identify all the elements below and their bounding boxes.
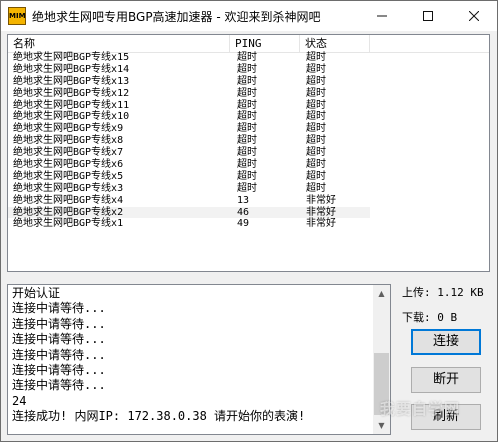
server-rows: 绝地求生网吧BGP专线x15 超时 超时 绝地求生网吧BGP专线x14 超时 超时 绝地求生… [8, 52, 489, 230]
server-name-cell: 绝地求生网吧BGP专线x1 [13, 218, 124, 230]
log-line: 连接中请等待... [12, 301, 106, 316]
ping-cell: 超时 [237, 147, 257, 159]
column-header-name[interactable]: 名称 [8, 35, 230, 52]
title-bar[interactable]: MIM 绝地求生网吧专用BGP高速加速器 - 欢迎来到杀神网吧 [1, 1, 497, 31]
list-header: 名称 PING 状态 [8, 35, 489, 53]
server-name-cell: 绝地求生网吧BGP专线x15 [13, 52, 130, 63]
ping-cell: 46 [237, 206, 250, 218]
maximize-icon [423, 11, 433, 21]
scroll-up-arrow-icon[interactable]: ▲ [373, 285, 390, 302]
table-row[interactable]: 绝地求生网吧BGP专线x12 超时 超时 [8, 88, 370, 100]
app-icon: MIM [8, 7, 26, 25]
log-line: 24 [12, 393, 27, 408]
table-row[interactable]: 绝地求生网吧BGP专线x11 超时 超时 [8, 100, 370, 112]
state-cell: 超时 [306, 99, 326, 111]
table-row[interactable]: 绝地求生网吧BGP专线x9 超时 超时 [8, 123, 370, 135]
server-name-cell: 绝地求生网吧BGP专线x5 [13, 170, 124, 182]
log-line: 连接成功! 内网IP: 172.38.0.38 请开始你的表演! [12, 409, 306, 424]
state-cell: 超时 [306, 123, 326, 135]
ping-cell: 超时 [237, 52, 257, 63]
log-output[interactable]: 开始认证 连接中请等待... 连接中请等待... 连接中请等待... 连接中请等待...… [7, 284, 391, 435]
minimize-icon [377, 15, 387, 17]
scroll-down-arrow-icon[interactable]: ▼ [373, 417, 390, 434]
ping-cell: 13 [237, 194, 250, 206]
ping-cell: 超时 [237, 99, 257, 111]
ping-cell: 49 [237, 218, 250, 230]
state-cell: 非常好 [306, 206, 336, 218]
watermark-text: 我要自学网 [380, 400, 461, 418]
table-row[interactable]: 绝地求生网吧BGP专线x8 超时 超时 [8, 135, 370, 147]
column-header-state[interactable]: 状态 [300, 35, 370, 52]
state-cell: 超时 [306, 75, 326, 87]
log-line: 连接中请等待... [12, 332, 106, 347]
state-cell: 非常好 [306, 194, 336, 206]
upload-stat: 上传: 1.12 KB [402, 286, 484, 299]
state-cell: 非常好 [306, 218, 336, 230]
ping-cell: 超时 [237, 111, 257, 123]
maximize-button[interactable] [405, 1, 451, 31]
log-line: 连接中请等待... [12, 316, 106, 331]
log-line: 连接中请等待... [12, 363, 106, 378]
table-row[interactable]: 绝地求生网吧BGP专线x2 46 非常好 [8, 206, 370, 219]
state-cell: 超时 [306, 147, 326, 159]
log-line: 开始认证 [12, 286, 61, 300]
log-line: 连接中请等待... [12, 378, 106, 393]
ping-cell: 超时 [237, 170, 257, 182]
ping-cell: 超时 [237, 159, 257, 171]
table-row[interactable]: 绝地求生网吧BGP专线x3 超时 超时 [8, 183, 370, 195]
log-lines: 开始认证 连接中请等待... 连接中请等待... 连接中请等待... 连接中请等待...… [12, 286, 372, 425]
window-title: 绝地求生网吧专用BGP高速加速器 - 欢迎来到杀神网吧 [32, 10, 321, 24]
state-cell: 超时 [306, 182, 326, 194]
disconnect-button[interactable]: 断开 [411, 367, 481, 393]
state-cell: 超时 [306, 87, 326, 99]
state-cell: 超时 [306, 63, 326, 75]
table-row[interactable]: 绝地求生网吧BGP专线x15 超时 超时 [8, 52, 370, 64]
server-name-cell: 绝地求生网吧BGP专线x6 [13, 159, 124, 171]
close-button[interactable] [451, 1, 497, 31]
minimize-button[interactable] [359, 1, 405, 31]
state-cell: 超时 [306, 111, 326, 123]
close-icon [468, 10, 480, 22]
table-row[interactable]: 绝地求生网吧BGP专线x7 超时 超时 [8, 147, 370, 159]
ping-cell: 超时 [237, 182, 257, 194]
connect-button[interactable]: 连接 [411, 329, 481, 355]
server-name-cell: 绝地求生网吧BGP专线x2 [13, 206, 124, 218]
server-name-cell: 绝地求生网吧BGP专线x3 [13, 182, 124, 194]
server-name-cell: 绝地求生网吧BGP专线x14 [13, 63, 130, 75]
ping-cell: 超时 [237, 63, 257, 75]
server-name-cell: 绝地求生网吧BGP专线x4 [13, 194, 124, 206]
server-name-cell: 绝地求生网吧BGP专线x8 [13, 135, 124, 147]
table-row[interactable]: 绝地求生网吧BGP专线x4 13 非常好 [8, 195, 370, 207]
download-stat: 下载: 0 B [402, 311, 458, 324]
column-header-ping[interactable]: PING [230, 35, 300, 52]
table-row[interactable]: 绝地求生网吧BGP专线x1 49 非常好 [8, 218, 370, 230]
ping-cell: 超时 [237, 135, 257, 147]
server-name-cell: 绝地求生网吧BGP专线x13 [13, 75, 130, 87]
ping-cell: 超时 [237, 87, 257, 99]
state-cell: 超时 [306, 135, 326, 147]
server-name-cell: 绝地求生网吧BGP专线x10 [13, 111, 130, 123]
ping-cell: 超时 [237, 123, 257, 135]
table-row[interactable]: 绝地求生网吧BGP专线x14 超时 超时 [8, 64, 370, 76]
state-cell: 超时 [306, 170, 326, 182]
server-name-cell: 绝地求生网吧BGP专线x11 [13, 99, 130, 111]
log-line: 连接中请等待... [12, 347, 106, 362]
state-cell: 超时 [306, 52, 326, 63]
server-name-cell: 绝地求生网吧BGP专线x9 [13, 123, 124, 135]
table-row[interactable]: 绝地求生网吧BGP专线x6 超时 超时 [8, 159, 370, 171]
server-list[interactable]: 名称 PING 状态 绝地求生网吧BGP专线x15 超时 超时 绝地求生网吧BGP专线… [7, 34, 490, 272]
table-row[interactable]: 绝地求生网吧BGP专线x5 超时 超时 [8, 171, 370, 183]
server-name-cell: 绝地求生网吧BGP专线x7 [13, 147, 124, 159]
server-name-cell: 绝地求生网吧BGP专线x12 [13, 87, 130, 99]
ping-cell: 超时 [237, 75, 257, 87]
table-row[interactable]: 绝地求生网吧BGP专线x13 超时 超时 [8, 76, 370, 88]
state-cell: 超时 [306, 159, 326, 171]
table-row[interactable]: 绝地求生网吧BGP专线x10 超时 超时 [8, 111, 370, 123]
